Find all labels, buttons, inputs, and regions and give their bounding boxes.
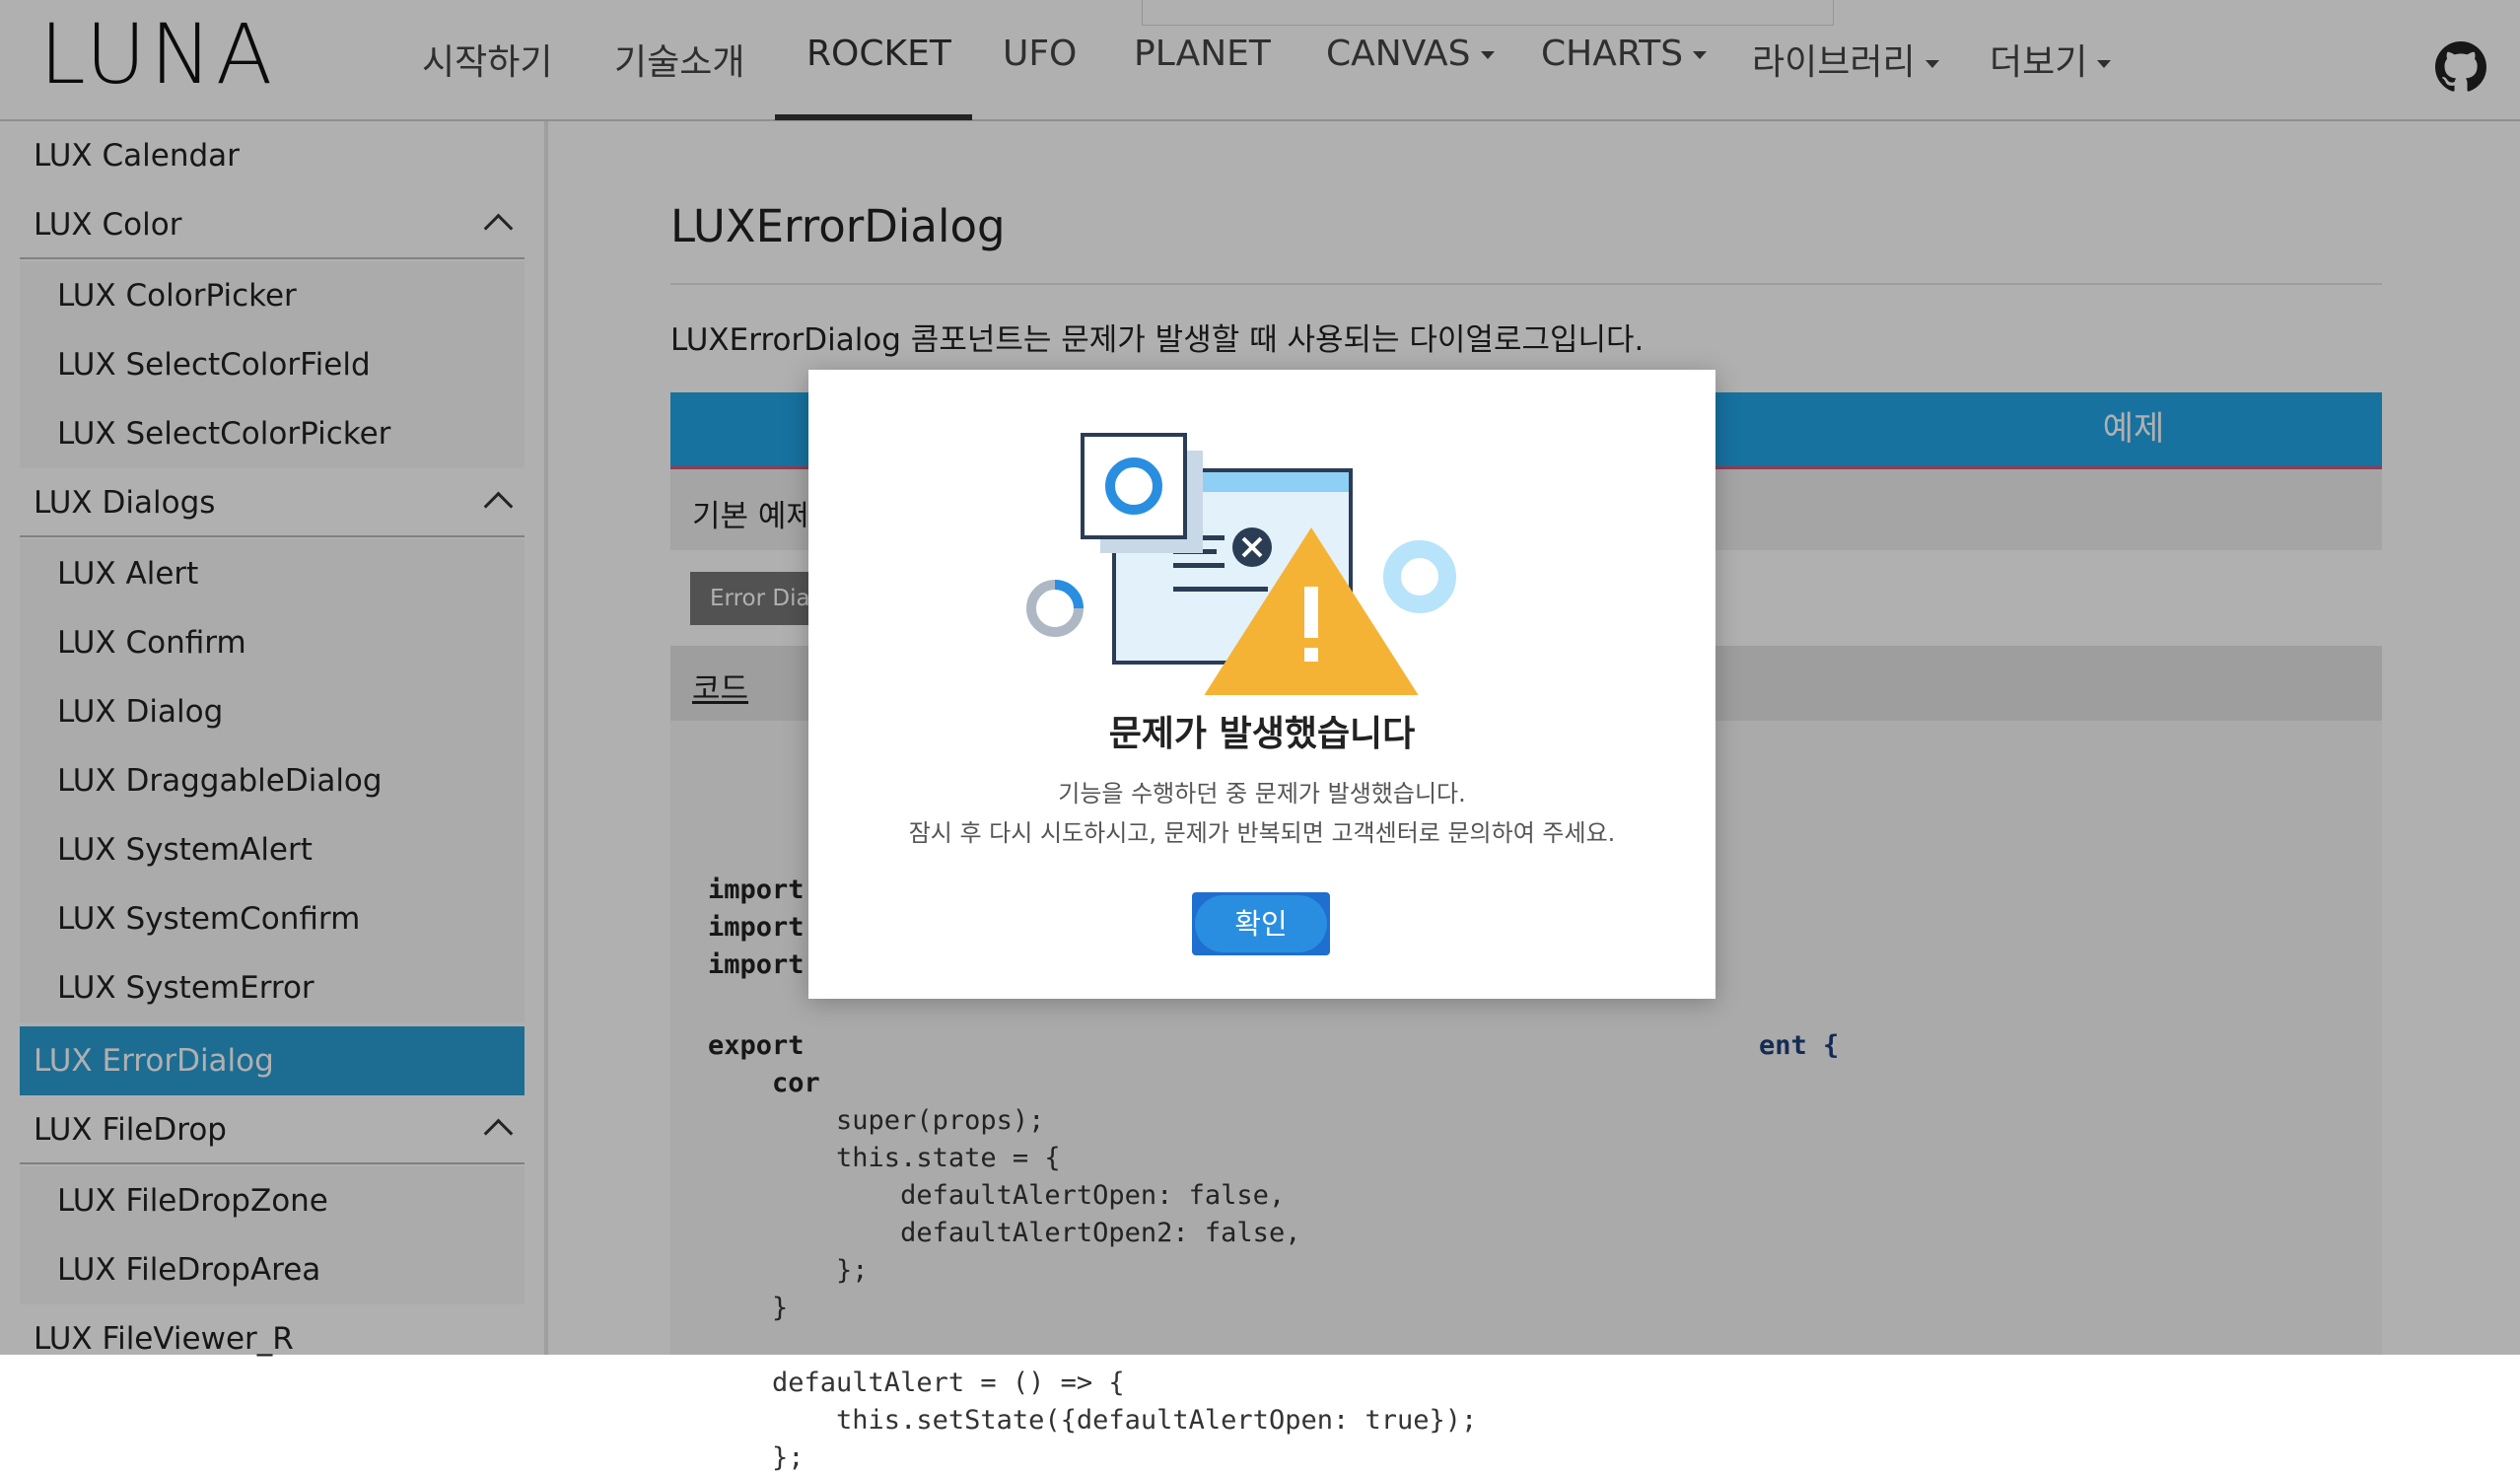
dialog-title: 문제가 발생했습니다 [1108, 714, 1416, 754]
error-illustration-icon [1026, 433, 1456, 695]
code-line: }; [708, 1442, 805, 1473]
error-dialog: 문제가 발생했습니다 기능을 수행하던 중 문제가 발생했습니다. 잠시 후 다… [808, 370, 1715, 999]
dialog-message: 기능을 수행하던 중 문제가 발생했습니다. 잠시 후 다시 시도하시고, 문제… [808, 774, 1715, 853]
dialog-message-line1: 기능을 수행하던 중 문제가 발생했습니다. [1058, 780, 1466, 807]
confirm-button[interactable]: 확인 [1192, 892, 1330, 955]
code-line: defaultAlert = () => { [708, 1368, 1125, 1398]
confirm-button-label: 확인 [1195, 895, 1327, 952]
dialog-message-line2: 잠시 후 다시 시도하시고, 문제가 반복되면 고객센터로 문의하여 주세요. [908, 819, 1616, 847]
code-line: this.setState({defaultAlertOpen: true}); [708, 1405, 1478, 1436]
